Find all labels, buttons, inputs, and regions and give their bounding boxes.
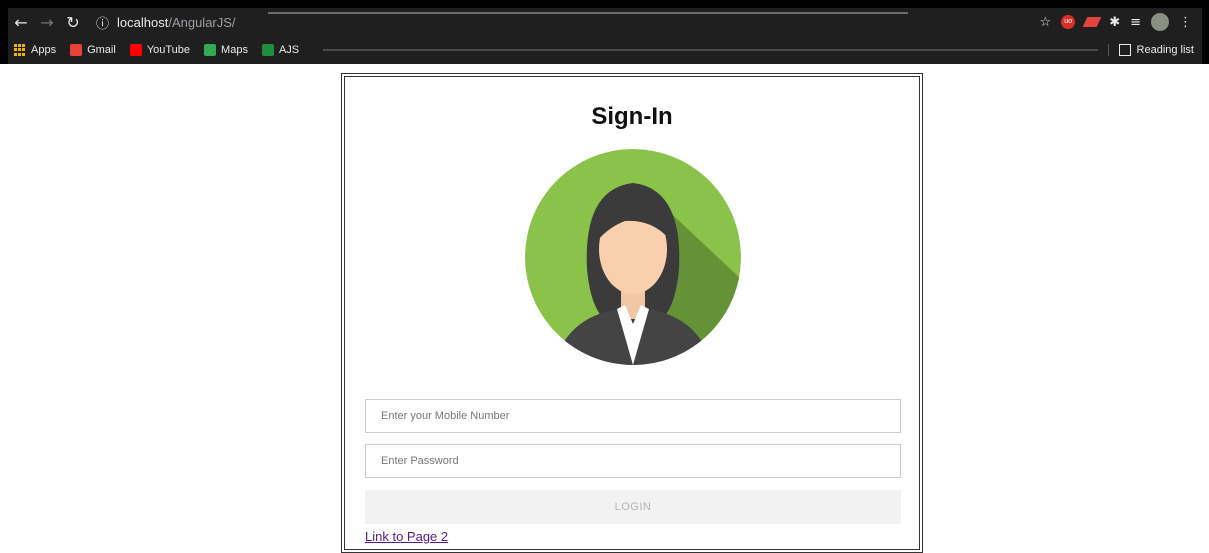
address-bar[interactable]: ⓘ localhost/AngularJS/ — [96, 11, 1040, 33]
info-icon[interactable]: ⓘ — [96, 13, 109, 32]
bookmarks-bar: Apps Gmail YouTube Maps AJS Reading list — [8, 38, 1202, 62]
page-2-link[interactable]: Link to Page 2 — [365, 529, 448, 544]
gmail-icon — [70, 44, 83, 56]
bookmark-label: Maps — [221, 44, 248, 56]
reading-list-button[interactable]: Reading list — [1107, 44, 1194, 56]
back-arrow-icon[interactable]: ← — [8, 13, 34, 32]
browser-chrome: ← → ↻ ⓘ localhost/AngularJS/ ☆ uo ✱ ≡ ⋮ … — [0, 0, 1209, 64]
bookmark-label: Apps — [31, 44, 57, 56]
bookmark-label: Gmail — [87, 44, 116, 56]
url-host: localhost — [117, 14, 169, 30]
bookmark-youtube[interactable]: YouTube — [129, 44, 191, 56]
user-avatar-icon — [525, 149, 741, 365]
youtube-icon — [129, 44, 142, 56]
bookmark-star-icon[interactable]: ☆ — [1040, 15, 1052, 30]
password-field[interactable] — [365, 444, 901, 478]
bookmark-ajs[interactable]: AJS — [261, 44, 300, 56]
reading-list-icon — [1118, 44, 1131, 56]
ajs-icon — [261, 44, 274, 56]
login-button[interactable]: LOGIN — [365, 490, 901, 524]
toolbar-actions: ☆ uo ✱ ≡ ⋮ — [1040, 13, 1202, 31]
red-extension-icon[interactable] — [1082, 17, 1102, 27]
extensions-puzzle-icon[interactable]: ✱ — [1109, 15, 1120, 30]
bookmark-gmail[interactable]: Gmail — [70, 44, 116, 56]
media-queue-icon[interactable]: ≡ — [1130, 15, 1141, 30]
browser-frame: ← → ↻ ⓘ localhost/AngularJS/ ☆ uo ✱ ≡ ⋮ … — [8, 8, 1202, 64]
more-menu-icon[interactable]: ⋮ — [1179, 15, 1192, 30]
profile-avatar-icon[interactable] — [1151, 13, 1169, 31]
bookmark-apps[interactable]: Apps — [14, 44, 56, 56]
decorative-streak — [323, 49, 1098, 51]
ublock-extension-icon[interactable]: uo — [1061, 15, 1076, 29]
reading-list-label: Reading list — [1136, 44, 1194, 56]
bookmark-label: YouTube — [146, 44, 191, 56]
browser-toolbar: ← → ↻ ⓘ localhost/AngularJS/ ☆ uo ✱ ≡ ⋮ — [8, 8, 1202, 36]
page-title: Sign-In — [591, 103, 673, 130]
apps-grid-icon — [14, 44, 26, 56]
forward-arrow-icon[interactable]: → — [34, 13, 60, 32]
reload-icon[interactable]: ↻ — [60, 13, 86, 32]
maps-icon — [204, 44, 217, 56]
url-path: /AngularJS/ — [168, 14, 236, 30]
signin-card: Sign-In LOGIN Link to Page 2 — [341, 73, 923, 553]
bookmark-maps[interactable]: Maps — [204, 44, 248, 56]
bookmark-label: AJS — [278, 44, 300, 56]
mobile-number-field[interactable] — [365, 399, 901, 433]
